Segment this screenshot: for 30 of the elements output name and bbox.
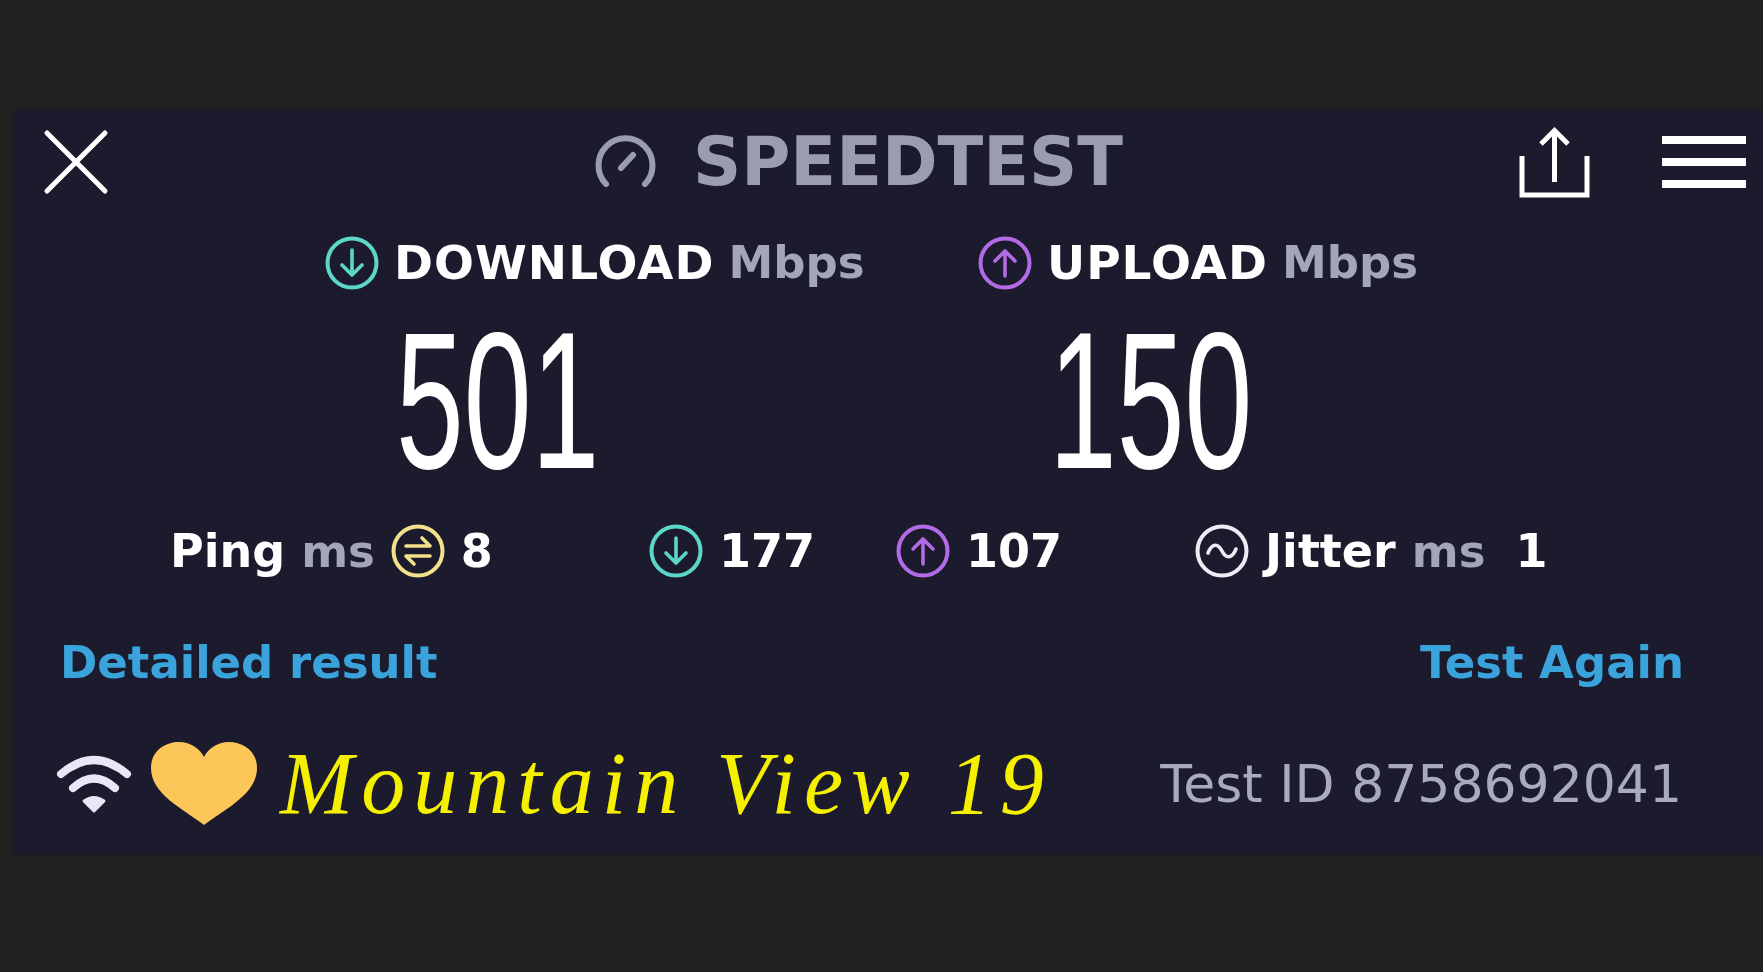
heart-icon [150,742,258,825]
upload-icon [978,235,1032,290]
arrows-circle-icon [390,524,445,578]
stat-unit: ms [1411,528,1486,574]
speed-value: 150 [1049,303,1253,498]
speed-value: 501 [396,303,600,498]
stat-unit: ms [301,528,375,574]
result-label: UPLOAD [1047,239,1268,286]
close-button[interactable] [43,129,109,195]
app-title: SPEEDTEST [693,128,1123,196]
share-icon [1518,126,1591,198]
stat-value: 107 [966,528,1063,574]
stat-value: 8 [460,528,493,574]
result-label: DOWNLOAD [394,239,715,286]
menu-icon [1662,136,1746,188]
upload-icon [896,524,950,578]
unit-label: Mbps [1281,240,1418,285]
link[interactable]: Detailed result [60,638,438,688]
share-button[interactable] [1518,126,1591,198]
unit-label: Mbps [728,240,865,285]
download-icon [649,524,703,578]
network-name: Mountain View 19 [280,739,1052,828]
stat-value: 177 [719,528,816,574]
link[interactable]: Test Again [1419,638,1684,688]
wave-circle-icon [1195,524,1249,578]
test-id: Test ID 8758692041 [1160,757,1682,810]
stat-value: 1 [1515,528,1548,574]
close-icon [43,129,109,195]
download-icon [325,235,379,290]
menu-button[interactable] [1662,136,1746,188]
